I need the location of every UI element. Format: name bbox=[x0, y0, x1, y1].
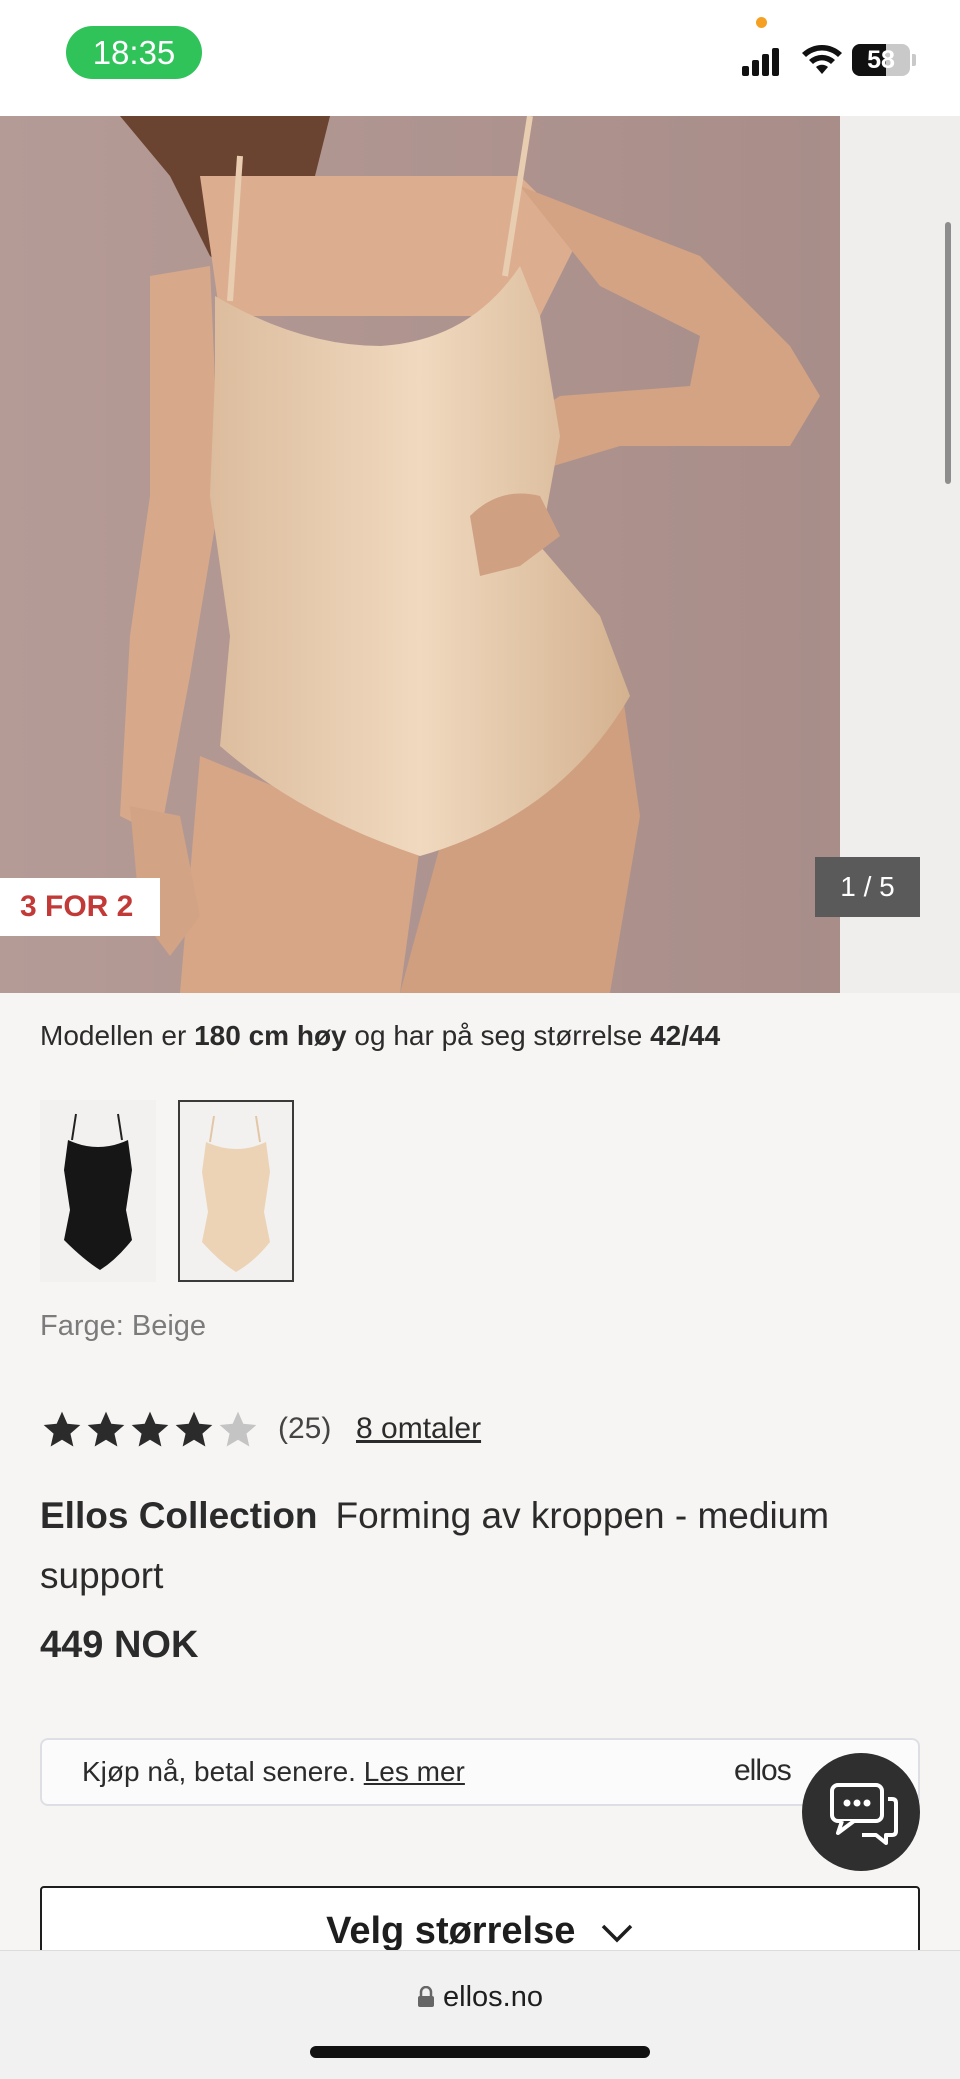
product-photo bbox=[0, 116, 840, 993]
select-size-label: Velg størrelse bbox=[326, 1910, 576, 1952]
black-bodysuit-thumbnail bbox=[64, 1113, 132, 1270]
model-info: Modellen er 180 cm høy og har på seg stø… bbox=[40, 1020, 721, 1051]
color-swatch-black[interactable] bbox=[40, 1100, 156, 1282]
battery-icon: 58 bbox=[852, 44, 910, 76]
bnpl-text: Kjøp nå, betal senere. bbox=[82, 1756, 364, 1787]
status-bar: 18:35 58 bbox=[0, 0, 960, 116]
battery-level: 58 bbox=[867, 46, 895, 74]
rating-count: (25) bbox=[278, 1412, 332, 1445]
chevron-down-icon bbox=[601, 1924, 633, 1943]
chat-icon bbox=[830, 1783, 898, 1845]
cellular-signal-icon bbox=[742, 44, 782, 76]
chat-button[interactable] bbox=[802, 1753, 920, 1871]
star-filled-icon bbox=[87, 1411, 125, 1447]
rating-stars bbox=[40, 1406, 260, 1454]
brand-name: Ellos Collection bbox=[40, 1495, 318, 1536]
home-indicator[interactable] bbox=[310, 2046, 650, 2058]
color-label: Farge: Beige bbox=[40, 1310, 207, 1342]
star-filled-icon bbox=[175, 1411, 213, 1447]
status-time: 18:35 bbox=[66, 26, 202, 79]
ellos-logo: ellos bbox=[734, 1754, 792, 1787]
beige-bodysuit-thumbnail bbox=[202, 1115, 270, 1272]
bnpl-banner: Kjøp nå, betal senere. Les mer ellos bbox=[40, 1738, 920, 1806]
privacy-indicator-dot bbox=[756, 17, 767, 28]
wifi-icon bbox=[802, 45, 842, 74]
lock-icon bbox=[418, 1985, 435, 2007]
browser-address-bar[interactable]: ellos.no bbox=[0, 1950, 960, 2079]
star-empty-icon bbox=[219, 1411, 257, 1447]
product-price: 449 NOK bbox=[40, 1624, 199, 1666]
scroll-indicator bbox=[945, 222, 951, 484]
color-swatch-beige[interactable] bbox=[178, 1100, 294, 1282]
promo-badge: 3 FOR 2 bbox=[0, 878, 160, 936]
url-text: ellos.no bbox=[443, 1981, 543, 2013]
image-counter: 1 / 5 bbox=[815, 857, 920, 917]
reviews-link[interactable]: 8 omtaler bbox=[356, 1412, 481, 1446]
star-filled-icon bbox=[43, 1411, 81, 1447]
star-filled-icon bbox=[131, 1411, 169, 1447]
bnpl-read-more-link[interactable]: Les mer bbox=[364, 1756, 465, 1787]
product-title: Ellos Collection Forming av kroppen - med… bbox=[40, 1486, 920, 1606]
product-image[interactable] bbox=[0, 116, 840, 993]
